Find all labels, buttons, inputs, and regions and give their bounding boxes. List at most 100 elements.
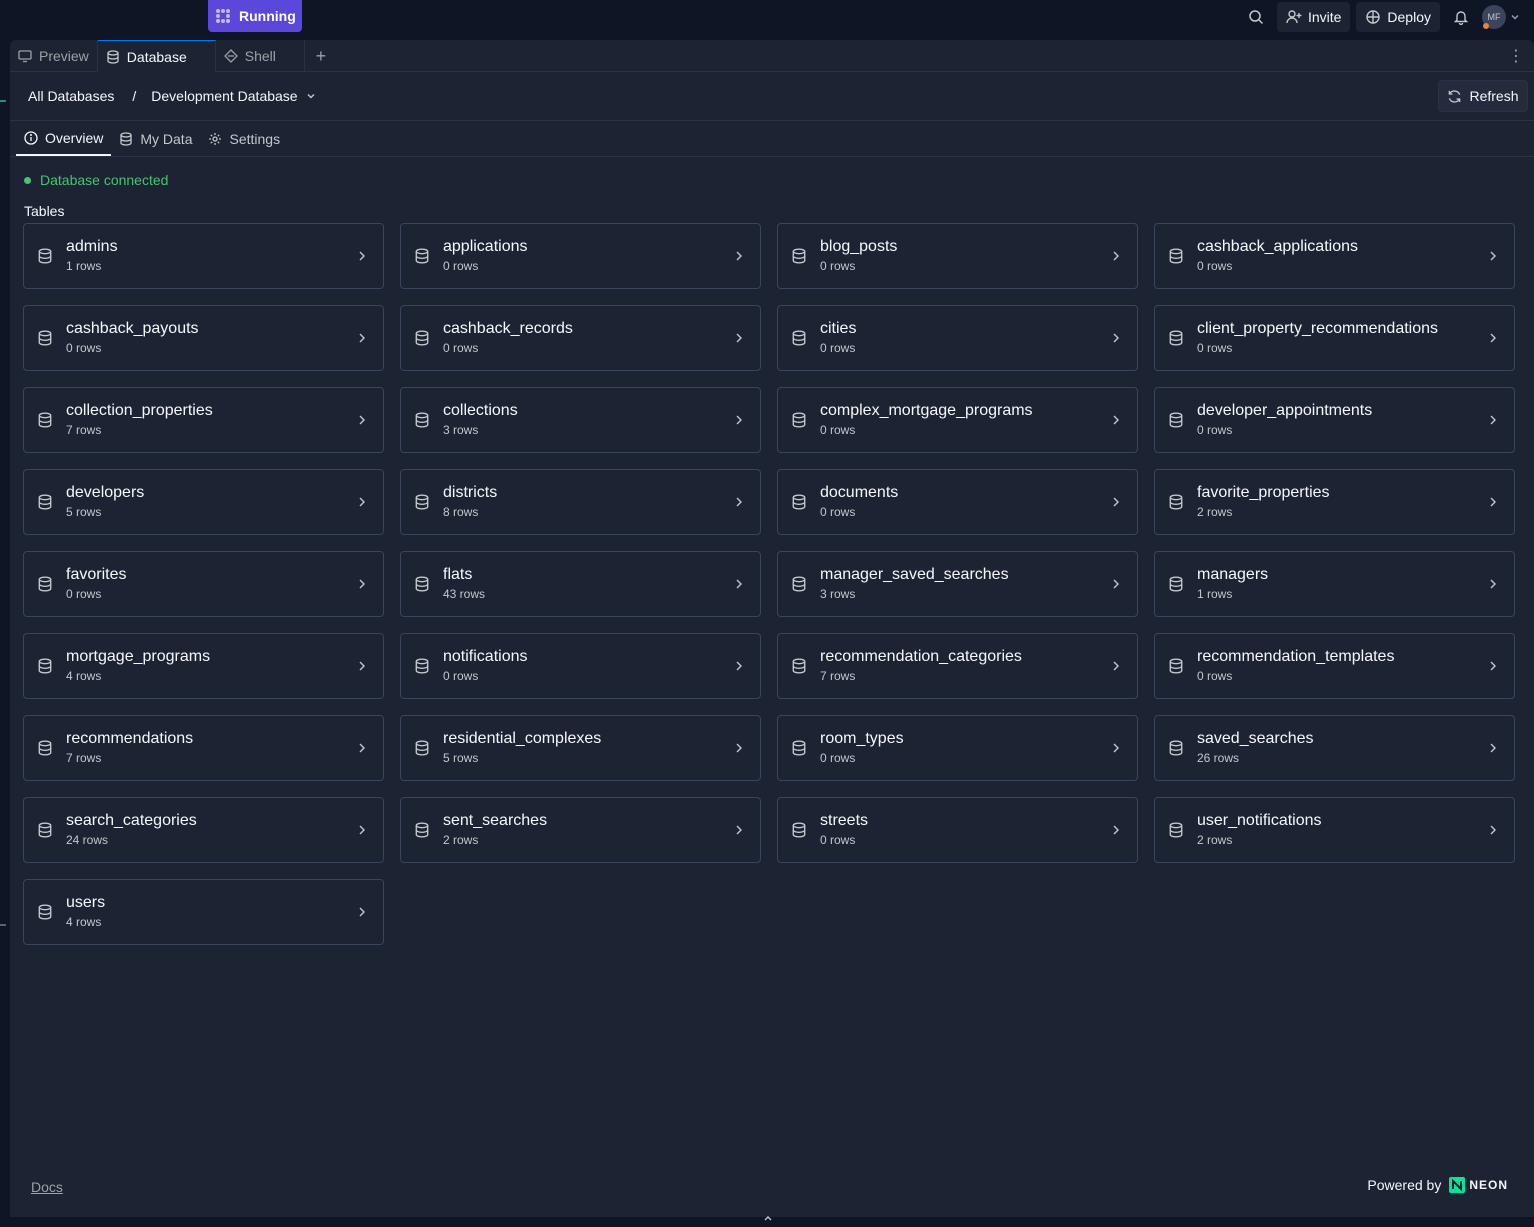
invite-label: Invite [1307, 9, 1342, 25]
chevron-right-icon [359, 743, 365, 753]
powered-by: Powered by NEON [1367, 1177, 1508, 1193]
refresh-button[interactable]: Refresh [1438, 80, 1528, 112]
table-card[interactable]: recommendations 7 rows [23, 715, 384, 781]
notifications-button[interactable] [1446, 2, 1476, 32]
table-card[interactable]: flats 43 rows [400, 551, 761, 617]
table-row-count: 2 rows [1197, 504, 1233, 519]
table-name: favorite_properties [1197, 483, 1330, 501]
database-icon [415, 412, 429, 428]
table-name: recommendation_categories [820, 647, 1022, 665]
avatar-initials: MF [1487, 12, 1501, 22]
database-icon [120, 132, 133, 146]
run-label: Running [239, 8, 296, 24]
table-card[interactable]: users 4 rows [23, 879, 384, 945]
table-card[interactable]: collections 3 rows [400, 387, 761, 453]
tab-preview[interactable]: Preview [10, 40, 98, 72]
table-card[interactable]: complex_mortgage_programs 0 rows [777, 387, 1138, 453]
docs-link[interactable]: Docs [31, 1179, 63, 1195]
chevron-right-icon [1113, 661, 1119, 671]
table-card[interactable]: recommendation_templates 0 rows [1154, 633, 1515, 699]
run-icon [214, 7, 232, 25]
run-button[interactable]: Running [208, 0, 302, 32]
database-icon [1169, 412, 1183, 428]
table-card[interactable]: manager_saved_searches 3 rows [777, 551, 1138, 617]
database-icon [38, 904, 52, 920]
table-card[interactable]: cashback_applications 0 rows [1154, 223, 1515, 289]
chevron-right-icon [736, 333, 742, 343]
tab-my-data[interactable]: My Data [111, 122, 200, 156]
table-card[interactable]: applications 0 rows [400, 223, 761, 289]
table-card[interactable]: user_notifications 2 rows [1154, 797, 1515, 863]
account-menu[interactable]: MF [1482, 5, 1520, 29]
table-card[interactable]: search_categories 24 rows [23, 797, 384, 863]
database-icon [792, 412, 806, 428]
chevron-right-icon [1490, 825, 1496, 835]
table-row-count: 0 rows [1197, 668, 1233, 683]
table-info: search_categories 24 rows [66, 812, 355, 847]
tables-grid: admins 1 rows applications 0 rows blog_posts… [23, 223, 1515, 945]
table-info: recommendation_categories 7 rows [820, 647, 1109, 683]
search-button[interactable] [1241, 2, 1271, 32]
table-card[interactable]: saved_searches 26 rows [1154, 715, 1515, 781]
chevron-right-icon [1113, 333, 1119, 343]
chevron-right-icon [1490, 579, 1496, 589]
table-card[interactable]: residential_complexes 5 rows [400, 715, 761, 781]
table-card[interactable]: cashback_records 0 rows [400, 305, 761, 371]
database-icon [107, 49, 119, 64]
table-card[interactable]: developers 5 rows [23, 469, 384, 535]
table-card[interactable]: notifications 0 rows [400, 633, 761, 699]
table-card[interactable]: developer_appointments 0 rows [1154, 387, 1515, 453]
shell-icon [223, 49, 238, 63]
database-icon [38, 494, 52, 510]
table-info: cities 0 rows [820, 320, 1109, 355]
chevron-right-icon [736, 579, 742, 589]
table-card[interactable]: cities 0 rows [777, 305, 1138, 371]
table-card[interactable]: documents 0 rows [777, 469, 1138, 535]
tab-shell[interactable]: Shell [216, 40, 305, 72]
table-card[interactable]: mortgage_programs 4 rows [23, 633, 384, 699]
tab-database[interactable]: Database [97, 40, 216, 72]
table-row-count: 0 rows [820, 504, 856, 519]
table-info: client_property_recommendations 0 rows [1197, 319, 1486, 355]
neon-logo[interactable]: NEON [1449, 1177, 1508, 1193]
table-name: client_property_recommendations [1197, 319, 1439, 337]
collapse-panel-button[interactable] [763, 1214, 773, 1222]
invite-button[interactable]: Invite [1276, 2, 1351, 32]
breadcrumb-root[interactable]: All Databases [28, 88, 114, 104]
table-card[interactable]: admins 1 rows [23, 223, 384, 289]
chevron-right-icon [359, 907, 365, 917]
tab-overview[interactable]: Overview [16, 122, 112, 156]
deploy-button[interactable]: Deploy [1356, 2, 1440, 32]
table-info: favorite_properties 2 rows [1197, 483, 1486, 519]
chevron-right-icon [1113, 579, 1119, 589]
tab-label: Shell [244, 48, 276, 64]
table-card[interactable]: districts 8 rows [400, 469, 761, 535]
table-card[interactable]: managers 1 rows [1154, 551, 1515, 617]
table-card[interactable]: streets 0 rows [777, 797, 1138, 863]
table-card[interactable]: cashback_payouts 0 rows [23, 305, 384, 371]
table-row-count: 2 rows [1197, 832, 1233, 847]
add-tab-button[interactable]: + [305, 40, 337, 72]
chevron-right-icon [1490, 497, 1496, 507]
table-card[interactable]: collection_properties 7 rows [23, 387, 384, 453]
more-options-icon[interactable]: ⋮ [1508, 46, 1524, 66]
table-card[interactable]: favorite_properties 2 rows [1154, 469, 1515, 535]
top-bar: Running Invite Deploy MF [0, 0, 1534, 40]
table-row-count: 0 rows [443, 258, 479, 273]
table-card[interactable]: blog_posts 0 rows [777, 223, 1138, 289]
table-card[interactable]: client_property_recommendations 0 rows [1154, 305, 1515, 371]
table-card[interactable]: room_types 0 rows [777, 715, 1138, 781]
tab-settings[interactable]: Settings [200, 122, 288, 156]
table-name: documents [820, 483, 899, 501]
table-info: room_types 0 rows [820, 730, 1109, 765]
table-info: developers 5 rows [66, 484, 355, 519]
table-card[interactable]: favorites 0 rows [23, 551, 384, 617]
chevron-right-icon [736, 415, 742, 425]
table-name: mortgage_programs [66, 647, 211, 665]
table-card[interactable]: recommendation_categories 7 rows [777, 633, 1138, 699]
database-selector[interactable]: Development Database [151, 88, 315, 104]
table-row-count: 5 rows [443, 750, 479, 765]
table-card[interactable]: sent_searches 2 rows [400, 797, 761, 863]
neon-wordmark: NEON [1469, 1178, 1508, 1192]
table-row-count: 7 rows [66, 750, 102, 765]
